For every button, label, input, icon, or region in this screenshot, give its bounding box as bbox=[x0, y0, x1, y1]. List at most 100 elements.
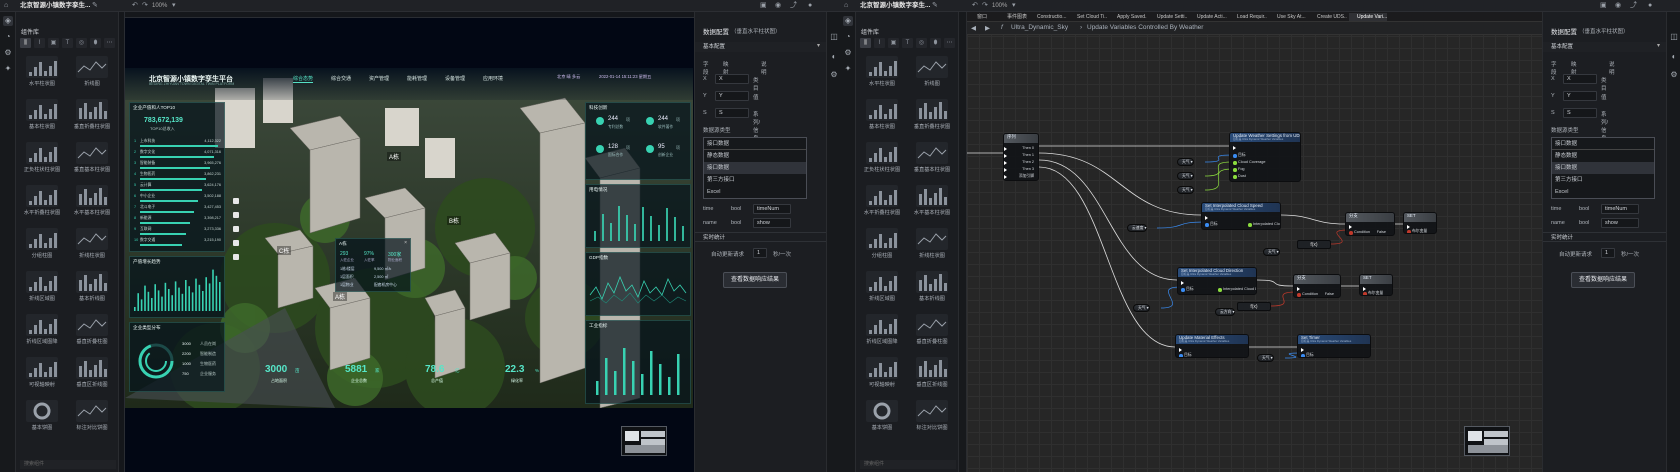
undo-icon[interactable]: ↶ bbox=[972, 1, 978, 11]
building-label[interactable]: A栋 bbox=[387, 152, 402, 161]
component-item[interactable]: 水平折叠柱状图 bbox=[20, 185, 64, 222]
exec-pin[interactable] bbox=[1004, 154, 1007, 158]
save-icon[interactable]: ▣ bbox=[1600, 1, 1607, 11]
tab-map[interactable]: ◎ bbox=[916, 38, 927, 48]
preview-icon[interactable]: ◉ bbox=[775, 1, 781, 11]
component-item[interactable]: 折线区域图降 bbox=[20, 314, 64, 351]
bp-node[interactable]: SET 布尔变量 bbox=[1403, 212, 1437, 234]
component-item[interactable]: 垂直折叠柱图 bbox=[70, 314, 114, 351]
tool-icon[interactable] bbox=[233, 198, 239, 204]
variable-getter[interactable]: 天气 ▾ bbox=[1177, 172, 1194, 180]
auto-update-input[interactable]: 1 bbox=[1601, 248, 1615, 258]
component-item[interactable]: 垂直折叠柱状图 bbox=[70, 99, 114, 136]
tab-location[interactable]: ⬮ bbox=[90, 38, 101, 48]
dropdown-option[interactable]: 接口数据 bbox=[1552, 162, 1654, 174]
redo-icon[interactable]: ↷ bbox=[142, 1, 148, 11]
function-node[interactable]: f(x) bbox=[1237, 302, 1271, 311]
dropdown-option[interactable]: 接口数据 bbox=[704, 162, 806, 174]
component-item[interactable]: 基本折线图 bbox=[910, 271, 954, 308]
variable-getter[interactable]: 天气 ▾ bbox=[1133, 304, 1150, 312]
blueprint-graph[interactable]: 窗口 事件图表 Constructio... Set Cloud Ti... Apply… bbox=[967, 12, 1542, 472]
component-search[interactable]: 搜索组件 bbox=[20, 460, 116, 469]
component-item[interactable]: 水平基本柱状图 bbox=[910, 185, 954, 222]
dropdown-option[interactable]: 第三方接口 bbox=[1552, 174, 1654, 186]
exec-pin[interactable] bbox=[1363, 287, 1366, 291]
exec-pin[interactable] bbox=[1179, 348, 1182, 352]
minimap[interactable] bbox=[621, 426, 667, 456]
tab-line-chart[interactable]: ⌇ bbox=[34, 38, 45, 48]
tab-map[interactable]: ◎ bbox=[76, 38, 87, 48]
field-map-select[interactable]: Y bbox=[715, 91, 749, 101]
tab-text[interactable]: T bbox=[62, 38, 73, 48]
data-pin[interactable] bbox=[1233, 175, 1237, 179]
component-item[interactable]: 水平柱状图 bbox=[20, 56, 64, 93]
preview-icon[interactable]: ◉ bbox=[1615, 1, 1621, 11]
dropdown-option[interactable]: 静态数据 bbox=[704, 150, 806, 162]
tab-bar-chart[interactable]: ⫼ bbox=[860, 38, 871, 48]
home-icon[interactable]: ⌂ bbox=[844, 1, 848, 11]
field-map-select[interactable]: S bbox=[715, 108, 749, 118]
exec-pin[interactable] bbox=[1004, 175, 1007, 179]
exec-pin[interactable] bbox=[1004, 168, 1007, 172]
component-item[interactable]: 垂直折叠柱图 bbox=[910, 314, 954, 351]
dashboard-preview[interactable]: 北京智源小镇数字孪生平台 BEIJING ZHIYUAN TOWN DIGITA… bbox=[125, 68, 693, 408]
share-icon[interactable]: ⤴ bbox=[1630, 1, 1637, 11]
dropdown-option[interactable]: Excel bbox=[1552, 186, 1654, 198]
component-item[interactable]: 折线柱状图 bbox=[910, 228, 954, 265]
field-map-select[interactable]: S bbox=[1563, 108, 1597, 118]
component-item[interactable]: 折线区域图 bbox=[860, 271, 904, 308]
tab-media[interactable]: ▣ bbox=[888, 38, 899, 48]
extra-field-value[interactable]: show bbox=[753, 218, 791, 228]
component-item[interactable]: 分组柱图 bbox=[860, 228, 904, 265]
exec-pin[interactable] bbox=[1181, 281, 1184, 285]
component-item[interactable]: 折线图 bbox=[910, 56, 954, 93]
component-item[interactable]: 垂直折叠柱状图 bbox=[910, 99, 954, 136]
style-icon[interactable]: ◐ bbox=[1669, 52, 1679, 61]
tab-media[interactable]: ▣ bbox=[48, 38, 59, 48]
data-pin[interactable] bbox=[1205, 223, 1209, 227]
data-pin[interactable] bbox=[1248, 223, 1252, 227]
bp-node[interactable]: 序列 Then 0 Then 1 Then 2 Then 3 添加引脚 bbox=[1003, 133, 1039, 181]
function-node[interactable]: f(x) bbox=[1297, 240, 1331, 249]
component-item[interactable]: 水平柱状图 bbox=[860, 56, 904, 93]
chevron-down-icon[interactable]: ▾ bbox=[817, 42, 820, 49]
data-pin[interactable] bbox=[1181, 288, 1185, 292]
exec-pin[interactable] bbox=[1349, 225, 1352, 229]
dropdown-option[interactable]: 第三方接口 bbox=[704, 174, 806, 186]
data-pin[interactable] bbox=[1363, 292, 1367, 295]
save-icon[interactable]: ▣ bbox=[760, 1, 767, 11]
bp-node[interactable]: SET 布尔变量 bbox=[1359, 274, 1393, 296]
nav-5[interactable]: 应用环境 bbox=[483, 75, 503, 82]
nav-0[interactable]: 综合态势 bbox=[293, 75, 314, 83]
component-item[interactable]: 垂直区折线图 bbox=[70, 357, 114, 394]
basic-config-section[interactable]: 基本配置 bbox=[695, 42, 826, 52]
data-pin[interactable] bbox=[1297, 293, 1301, 297]
data-pin[interactable] bbox=[1233, 154, 1237, 158]
data-pin[interactable] bbox=[1233, 161, 1237, 165]
interaction-icon[interactable]: ⚙ bbox=[829, 70, 839, 79]
component-item[interactable]: 基本柱状图 bbox=[20, 99, 64, 136]
settings-icon[interactable]: ⚙ bbox=[843, 48, 853, 58]
building-label[interactable]: A栋 bbox=[333, 292, 348, 301]
home-icon[interactable]: ⌂ bbox=[4, 1, 8, 11]
nav-1[interactable]: 综合交通 bbox=[331, 75, 351, 82]
component-item[interactable]: 基本饼图 bbox=[20, 400, 64, 437]
nav-4[interactable]: 设备管理 bbox=[445, 75, 465, 82]
component-item[interactable]: 垂直基本柱状图 bbox=[910, 142, 954, 179]
tab-more[interactable]: ⋯ bbox=[104, 38, 115, 48]
view-response-button[interactable]: 查看数据响应结果 bbox=[1571, 272, 1635, 288]
close-icon[interactable]: × bbox=[404, 240, 407, 246]
dropdown-current[interactable]: 接口数据 bbox=[1552, 138, 1654, 150]
chevron-down-icon[interactable]: ▾ bbox=[1657, 42, 1660, 49]
component-item[interactable]: 折线区域图 bbox=[20, 271, 64, 308]
tab-bar-chart[interactable]: ⫼ bbox=[20, 38, 31, 48]
exec-pin[interactable] bbox=[1205, 216, 1208, 220]
tool-icon[interactable] bbox=[233, 226, 239, 232]
bp-node[interactable]: Set Timer 目标是 Ultra Dynamic Weather Varia… bbox=[1297, 334, 1371, 358]
dropdown-current[interactable]: 接口数据 bbox=[704, 138, 806, 150]
component-item[interactable]: 可视轴映射 bbox=[860, 357, 904, 394]
tab-line-chart[interactable]: ⌇ bbox=[874, 38, 885, 48]
tab-text[interactable]: T bbox=[902, 38, 913, 48]
extra-field-value[interactable]: show bbox=[1601, 218, 1639, 228]
building-label[interactable]: C栋 bbox=[277, 246, 292, 255]
